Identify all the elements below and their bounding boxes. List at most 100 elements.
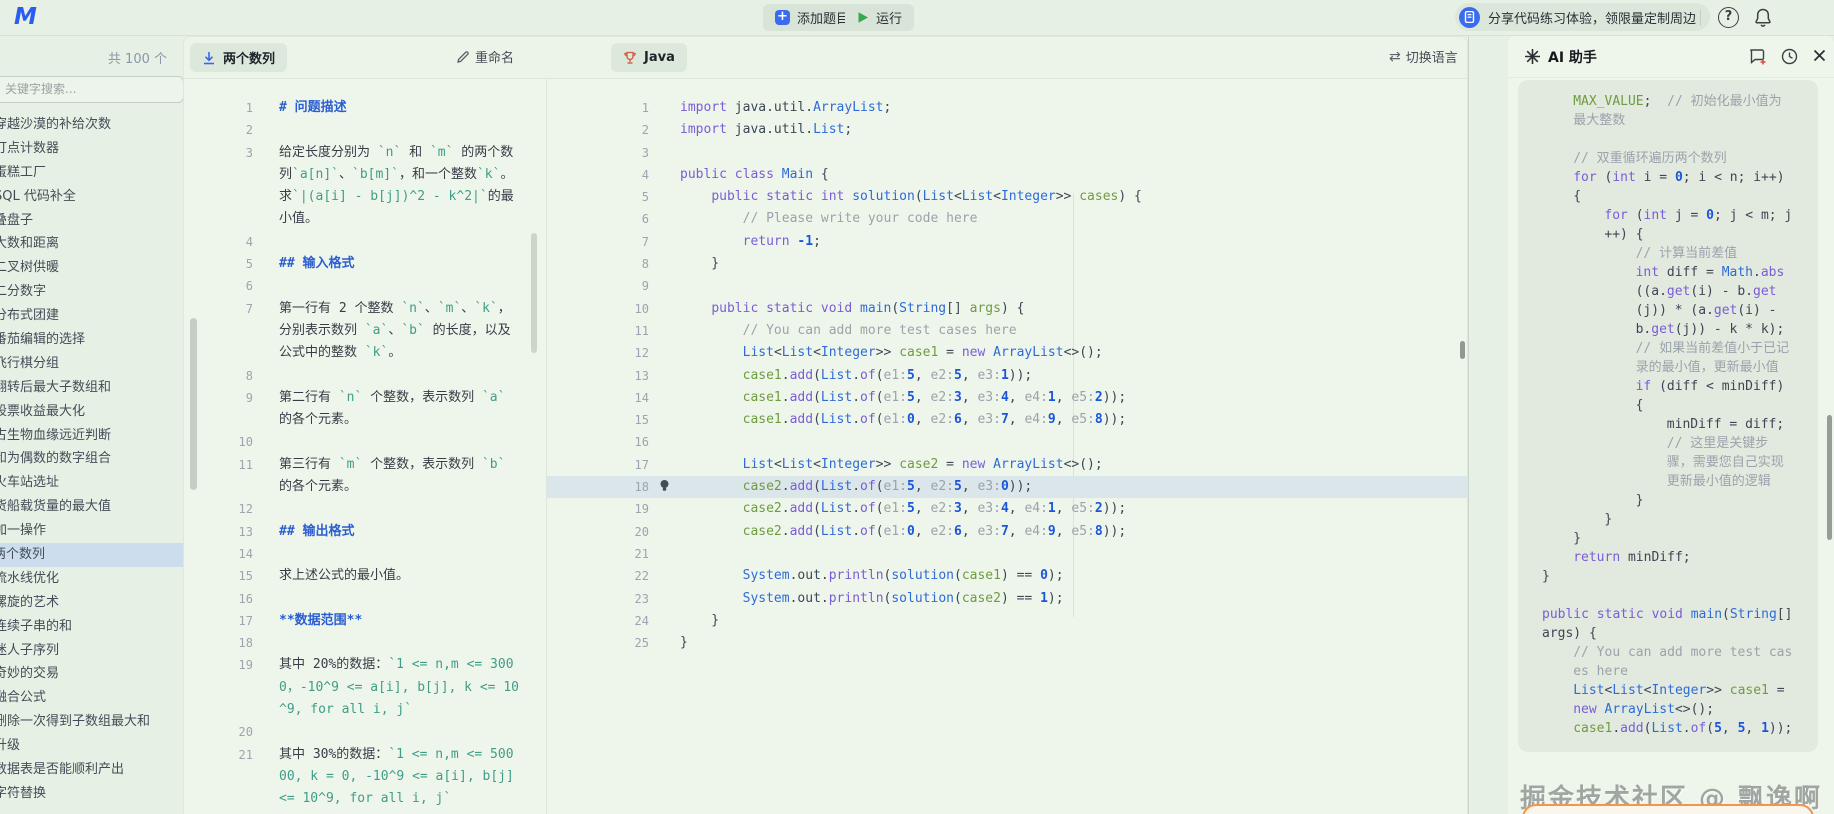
description-line: 14 xyxy=(184,543,546,565)
sidebar-item[interactable]: 升级 xyxy=(0,734,183,758)
tab-problem[interactable]: 两个数列 xyxy=(190,43,288,72)
ai-code-line: for (int i = 0; i < n; i++) { xyxy=(1573,170,1793,204)
code-line[interactable]: 17 List<List<Integer>> case2 = new Array… xyxy=(547,454,1469,476)
close-icon[interactable] xyxy=(1811,47,1828,68)
promo-banner[interactable]: 分享代码练习体验，领限量定制周边 xyxy=(1455,3,1711,31)
description-line: 15 求上述公式的最小值。 xyxy=(184,565,546,587)
ai-assistant-panel: MAX_VALUE; // 初始化最小值为最大整数 // 双重循环遍历两个数列 fo… xyxy=(1508,36,1834,814)
tab-language[interactable]: Java xyxy=(611,43,687,72)
line-number: 20 xyxy=(238,725,253,740)
panel-divider[interactable] xyxy=(1468,36,1469,814)
code-line[interactable]: 9 xyxy=(547,275,1469,297)
code-line[interactable]: 23 System.out.println(solution(case2) ==… xyxy=(547,588,1469,610)
sidebar-item[interactable]: 古生物血缘远近判断 xyxy=(0,424,183,448)
code-text: import java.util.List; xyxy=(680,122,853,138)
code-line[interactable]: 16 xyxy=(547,431,1469,453)
sidebar-item[interactable]: 番茄编辑的选择 xyxy=(0,328,183,352)
editor-scrollbar[interactable] xyxy=(1460,341,1465,359)
code-line[interactable]: 24 } xyxy=(547,610,1469,632)
code-line[interactable]: 11 // You can add more test cases here xyxy=(547,320,1469,342)
code-text: public class Main { xyxy=(680,166,829,182)
sidebar-item[interactable]: 股票收益最大化 xyxy=(0,400,183,424)
sidebar-item[interactable]: 分布式团建 xyxy=(0,304,183,328)
line-number: 22 xyxy=(634,569,649,584)
code-editor[interactable]: 1 import java.util.ArrayList; 2 import java… xyxy=(546,79,1469,814)
code-line[interactable]: 10 public static void main(String[] args… xyxy=(547,298,1469,320)
sidebar-item[interactable]: 火车站选址 xyxy=(0,471,183,495)
marscode-logo[interactable]: M xyxy=(14,4,37,30)
sidebar-item[interactable]: 二分数字 xyxy=(0,280,183,304)
code-line[interactable]: 14 case1.add(List.of(e1:5, e2:3, e3:4, e… xyxy=(547,387,1469,409)
top-bar: M + 添加题目 运行 分享代码练习体验，领限量定制周边 ? xyxy=(0,0,1834,36)
code-line[interactable]: 7 return -1; xyxy=(547,231,1469,253)
ai-code-line: minDiff = diff; // 这里是关键步骤，需要您自己实现更新最小值的… xyxy=(1666,417,1800,489)
code-line[interactable]: 15 case1.add(List.of(e1:0, e2:6, e3:7, e… xyxy=(547,409,1469,431)
run-button[interactable]: 运行 xyxy=(845,4,915,31)
code-line[interactable]: 19 case2.add(List.of(e1:5, e2:3, e3:4, e… xyxy=(547,498,1469,520)
sidebar-item[interactable]: 穿越沙漠的补给次数 xyxy=(0,113,183,137)
sidebar-item[interactable]: 连续子串的和 xyxy=(0,615,183,639)
sidebar-item[interactable]: 飞行棋分组 xyxy=(0,352,183,376)
sidebar-item[interactable]: 两个数列 xyxy=(0,543,183,567)
code-line[interactable]: 20 case2.add(List.of(e1:0, e2:6, e3:7, e… xyxy=(547,521,1469,543)
sidebar-item[interactable]: 螺旋的艺术 xyxy=(0,591,183,615)
code-line[interactable]: 21 xyxy=(547,543,1469,565)
sidebar-scrollbar[interactable] xyxy=(190,318,197,490)
ai-scrollbar[interactable] xyxy=(1827,415,1832,540)
problem-count: 共 100 个 xyxy=(107,52,167,67)
ai-code-line: MAX_VALUE; // 初始化最小值为最大整数 xyxy=(1573,94,1782,128)
sidebar-item[interactable]: 删除一次得到子数组最大和 xyxy=(0,710,183,734)
code-line[interactable]: 5 public static int solution(List<List<I… xyxy=(547,186,1469,208)
add-question-label: 添加题目 xyxy=(797,12,850,27)
sidebar-item[interactable]: 打点计数器 xyxy=(0,137,183,161)
help-icon[interactable]: ? xyxy=(1718,7,1739,28)
ai-code-line: public static void main(String[] args) { xyxy=(1542,607,1801,641)
switch-language-button[interactable]: ⇄ 切换语言 xyxy=(1389,47,1458,67)
pencil-icon xyxy=(457,50,469,63)
sidebar-item[interactable]: 融合公式 xyxy=(0,686,183,710)
line-number: 15 xyxy=(634,413,649,428)
sidebar-item[interactable]: 加一操作 xyxy=(0,519,183,543)
sidebar-item[interactable]: 奇妙的交易 xyxy=(0,662,183,686)
line-number: 14 xyxy=(634,390,649,405)
ai-code-line: } xyxy=(1542,569,1550,584)
ai-code-line: // 计算当前差值 xyxy=(1635,246,1738,261)
sidebar-item[interactable]: 叠盘子 xyxy=(0,209,183,233)
sidebar-item[interactable]: 字符替换 xyxy=(0,782,183,806)
rename-button[interactable]: 重命名 xyxy=(456,47,514,66)
ai-code-line: return minDiff; xyxy=(1573,550,1691,565)
sidebar-item[interactable]: 翻转后最大子数组和 xyxy=(0,376,183,400)
history-icon[interactable] xyxy=(1780,47,1799,70)
code-line[interactable]: 3 xyxy=(547,142,1469,164)
sidebar-item[interactable]: 二叉树供暖 xyxy=(0,256,183,280)
problem-description-editor[interactable]: 1 # 问题描述 2 3 给定长度分别为 `n` 和 `m` 的两个数列`a[n]`、`… xyxy=(184,79,546,814)
topbar-divider xyxy=(1700,10,1701,26)
code-line[interactable]: 1 import java.util.ArrayList; xyxy=(547,97,1469,119)
code-line[interactable]: 8 } xyxy=(547,253,1469,275)
code-line[interactable]: 25} xyxy=(547,632,1469,654)
code-line[interactable]: 22 System.out.println(solution(case1) ==… xyxy=(547,565,1469,587)
line-number: 16 xyxy=(238,591,253,606)
sidebar-item[interactable]: SQL 代码补全 xyxy=(0,185,183,209)
code-line[interactable]: 2 import java.util.List; xyxy=(547,119,1469,141)
sidebar-item[interactable]: 和为偶数的数字组合 xyxy=(0,447,183,471)
code-line[interactable]: 13 case1.add(List.of(e1:5, e2:5, e3:1)); xyxy=(547,365,1469,387)
line-number: 21 xyxy=(634,546,649,561)
sidebar-item[interactable]: 大数和距离 xyxy=(0,232,183,256)
ai-chat-input[interactable] xyxy=(1522,804,1814,814)
code-line[interactable]: 18 case2.add(List.of(e1:5, e2:5, e3:0)); xyxy=(547,476,1469,499)
code-line[interactable]: 4 public class Main { xyxy=(547,164,1469,186)
sidebar-item[interactable]: 迷人子序列 xyxy=(0,639,183,663)
line-number: 19 xyxy=(634,502,649,517)
description-scrollbar[interactable] xyxy=(531,233,537,353)
sidebar-item[interactable]: 数据表是否能顺利产出 xyxy=(0,758,183,782)
code-line[interactable]: 6 // Please write your code here xyxy=(547,208,1469,230)
new-chat-icon[interactable] xyxy=(1748,47,1767,70)
sidebar-item[interactable]: 蛋糕工厂 xyxy=(0,161,183,185)
sidebar-item[interactable]: 流水线优化 xyxy=(0,567,183,591)
search-input[interactable]: 关键字搜索... xyxy=(0,76,183,103)
code-line[interactable]: 12 List<List<Integer>> case1 = new Array… xyxy=(547,342,1469,364)
sidebar-item[interactable]: 货船载货量的最大值 xyxy=(0,495,183,519)
notification-bell-icon[interactable] xyxy=(1753,7,1773,33)
code-text: case2.add(List.of(e1:0, e2:6, e3:7, e4:9… xyxy=(742,523,1127,539)
